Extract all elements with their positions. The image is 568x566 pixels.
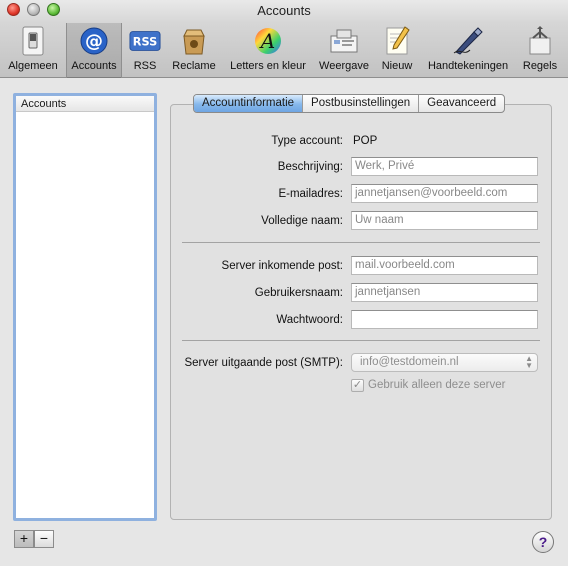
separator <box>182 242 540 243</box>
incoming-server-field[interactable]: mail.voorbeeld.com <box>351 256 538 275</box>
preferences-window: Accounts Algemeen @ Accounts RSS RSS Rec… <box>0 0 568 566</box>
type-account-value: POP <box>353 135 378 147</box>
separator <box>182 340 540 341</box>
username-label: Gebruikersnaam: <box>254 287 343 299</box>
toolbar-item-handtekeningen[interactable]: Handtekeningen <box>422 25 514 75</box>
fullname-field[interactable]: Uw naam <box>351 211 538 230</box>
smtp-popup-value: info@testdomein.nl <box>360 356 459 368</box>
add-remove-controls: + − <box>14 530 54 548</box>
tab-bar: Accountinformatie Postbusinstellingen Ge… <box>193 94 506 113</box>
compose-icon <box>381 25 413 57</box>
tab-postbusinstellingen[interactable]: Postbusinstellingen <box>303 95 420 112</box>
type-account-label: Type account: <box>271 135 343 147</box>
only-this-server-label: Gebruik alleen deze server <box>368 379 506 391</box>
description-field[interactable]: Werk, Privé <box>351 157 538 176</box>
junk-bag-icon <box>178 25 210 57</box>
add-account-button[interactable]: + <box>14 530 34 548</box>
toolbar-item-rss[interactable]: RSS RSS <box>126 25 164 75</box>
light-switch-icon <box>17 25 49 57</box>
tab-accountinformatie[interactable]: Accountinformatie <box>194 95 304 112</box>
svg-text:RSS: RSS <box>133 36 157 49</box>
only-this-server-checkbox[interactable]: ✓ <box>351 379 364 392</box>
toolbar-item-letters-en-kleur[interactable]: A Letters en kleur <box>224 25 312 75</box>
toolbar-item-reclame[interactable]: Reclame <box>168 25 220 75</box>
smtp-popup[interactable]: info@testdomein.nl ▲ ▼ <box>351 353 538 372</box>
email-field[interactable]: jannetjansen@voorbeeld.com <box>351 184 538 203</box>
toolbar-item-weergave[interactable]: Weergave <box>316 25 372 75</box>
tab-geavanceerd[interactable]: Geavanceerd <box>419 95 504 112</box>
title-toolbar: Accounts Algemeen @ Accounts RSS RSS Rec… <box>0 0 568 78</box>
rules-icon <box>524 25 556 57</box>
font-color-icon: A <box>252 25 284 57</box>
signature-pen-icon <box>452 25 484 57</box>
viewing-icon <box>328 25 360 57</box>
toolbar-item-regels[interactable]: Regels <box>518 25 562 75</box>
accounts-list[interactable]: Accounts <box>13 93 157 521</box>
description-label: Beschrijving: <box>277 161 343 173</box>
username-field[interactable]: jannetjansen <box>351 283 538 302</box>
accounts-list-header: Accounts <box>16 96 154 112</box>
at-sign-icon: @ <box>78 25 110 57</box>
help-button[interactable]: ? <box>532 531 554 553</box>
svg-text:@: @ <box>85 31 103 52</box>
password-field[interactable] <box>351 310 538 329</box>
rss-icon: RSS <box>129 25 161 57</box>
toolbar-item-algemeen[interactable]: Algemeen <box>4 25 62 75</box>
remove-account-button[interactable]: − <box>34 530 54 548</box>
toolbar-item-nieuw[interactable]: Nieuw <box>376 25 418 75</box>
incoming-server-label: Server inkomende post: <box>221 260 343 272</box>
svg-text:A: A <box>259 29 275 53</box>
toolbar-item-accounts[interactable]: @ Accounts <box>66 23 122 78</box>
smtp-label: Server uitgaande post (SMTP): <box>184 357 343 369</box>
password-label: Wachtwoord: <box>276 314 343 326</box>
fullname-label: Volledige naam: <box>261 215 343 227</box>
email-label: E-mailadres: <box>278 188 343 200</box>
window-title: Accounts <box>257 3 311 18</box>
up-down-arrows-icon: ▲ ▼ <box>525 354 533 370</box>
